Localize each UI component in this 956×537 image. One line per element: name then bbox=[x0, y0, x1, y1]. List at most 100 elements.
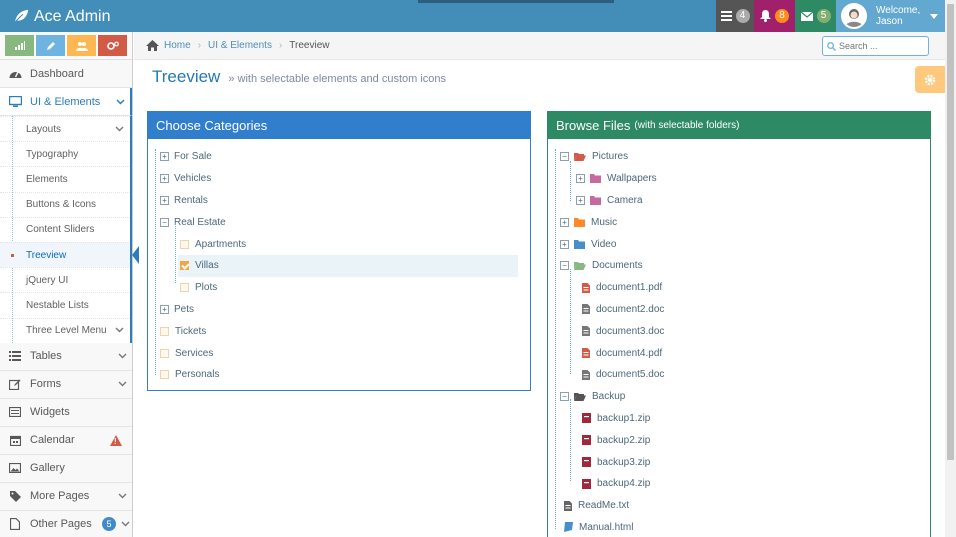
category-tree-node[interactable]: Plots bbox=[148, 277, 530, 299]
file-tree-file[interactable]: backup1.zip bbox=[548, 408, 930, 430]
page-scrollbar[interactable] bbox=[945, 0, 956, 537]
file-tree-file[interactable]: backup3.zip bbox=[548, 451, 930, 473]
expand-plus-icon[interactable]: + bbox=[160, 174, 169, 184]
sidebar-item-label: Tables bbox=[30, 350, 62, 363]
shortcut-pencil-button[interactable] bbox=[36, 35, 65, 56]
expand-plus-icon[interactable]: + bbox=[160, 152, 169, 162]
shortcut-signal-button[interactable] bbox=[5, 35, 34, 56]
brand-logo[interactable]: Ace Admin bbox=[12, 0, 110, 32]
sidebar-subitem-label: Layouts bbox=[26, 123, 62, 135]
category-tree-node[interactable]: − Real Estate bbox=[148, 211, 530, 233]
sidebar-item-forms[interactable]: Forms bbox=[0, 370, 132, 399]
gear-icon bbox=[924, 74, 936, 85]
checkbox-icon[interactable] bbox=[180, 283, 189, 293]
tasks-dropdown[interactable]: 4 bbox=[716, 0, 754, 32]
category-tree-node[interactable]: + Pets bbox=[148, 299, 530, 321]
category-tree-node[interactable]: Personals bbox=[148, 364, 530, 386]
expand-plus-icon[interactable]: + bbox=[160, 304, 169, 314]
checkbox-icon[interactable] bbox=[160, 370, 169, 380]
expand-plus-icon[interactable]: + bbox=[576, 195, 585, 205]
scrollbar-thumb[interactable] bbox=[947, 4, 954, 460]
file-tree-file[interactable]: ReadMe.txt bbox=[548, 495, 930, 517]
breadcrumb-home-link[interactable]: Home bbox=[164, 40, 191, 51]
file-tree-label: Wallpapers bbox=[607, 173, 657, 185]
checkbox-icon[interactable] bbox=[160, 348, 169, 358]
files-tree: − Pictures + Wallpapers + Camera + Music + Video −… bbox=[548, 139, 930, 537]
sidebar-subitem-treeview[interactable]: Treeview bbox=[0, 241, 139, 268]
sidebar-subitem-three-level-menu[interactable]: Three Level Menu bbox=[0, 317, 130, 343]
category-tree-node[interactable]: Villas bbox=[178, 254, 518, 277]
sidebar-subitem-jquery-ui[interactable]: jQuery UI bbox=[0, 267, 130, 292]
file-tree-file[interactable]: document5.doc bbox=[548, 364, 930, 386]
checkbox-icon[interactable] bbox=[160, 326, 169, 336]
user-name: Jason bbox=[876, 16, 903, 27]
sidebar-item-ui-elements[interactable]: UI & Elements bbox=[0, 88, 132, 116]
sidebar-subitem-elements[interactable]: Elements bbox=[0, 166, 130, 191]
file-tree-file[interactable]: document3.doc bbox=[548, 320, 930, 342]
checked-checkbox-icon[interactable] bbox=[180, 261, 189, 271]
collapse-minus-icon[interactable]: − bbox=[560, 261, 569, 271]
sidebar-item-more-pages[interactable]: More Pages bbox=[0, 482, 132, 511]
expand-plus-icon[interactable]: + bbox=[560, 217, 569, 227]
file-tree-file[interactable]: Manual.html bbox=[548, 517, 930, 537]
sidebar-item-dashboard[interactable]: Dashboard bbox=[0, 60, 132, 88]
collapse-minus-icon[interactable]: − bbox=[560, 392, 569, 402]
file-tree-file[interactable]: document4.pdf bbox=[548, 342, 930, 364]
category-tree-node[interactable]: + Rentals bbox=[148, 190, 530, 212]
file-tree-file[interactable]: document1.pdf bbox=[548, 277, 930, 299]
expand-plus-icon[interactable]: + bbox=[576, 174, 585, 184]
file-tree-folder[interactable]: + Wallpapers bbox=[548, 168, 930, 190]
file-tree-label: backup3.zip bbox=[597, 456, 651, 468]
sidebar-item-other-pages[interactable]: Other Pages 5 bbox=[0, 510, 132, 537]
sidebar-item-gallery[interactable]: Gallery bbox=[0, 454, 132, 483]
breadcrumb-section-link[interactable]: UI & Elements bbox=[208, 40, 272, 51]
sidebar-subitem-layouts[interactable]: Layouts bbox=[0, 116, 130, 141]
collapse-minus-icon[interactable]: − bbox=[160, 217, 169, 227]
file-tree-folder[interactable]: − Backup bbox=[548, 386, 930, 408]
ace-settings-button[interactable] bbox=[915, 66, 945, 93]
edit-icon bbox=[0, 379, 30, 390]
sidebar-subitem-nestable-lists[interactable]: Nestable Lists bbox=[0, 292, 130, 317]
sidebar-item-tables[interactable]: Tables bbox=[0, 342, 132, 371]
file-tree-folder[interactable]: − Documents bbox=[548, 255, 930, 277]
file-tree-label: Music bbox=[591, 216, 618, 228]
messages-dropdown[interactable]: 5 bbox=[795, 0, 836, 32]
notifications-dropdown[interactable]: 8 bbox=[754, 0, 795, 32]
category-tree-node[interactable]: Services bbox=[148, 342, 530, 364]
folder-icon bbox=[574, 239, 585, 249]
file-tree-file[interactable]: document2.doc bbox=[548, 299, 930, 321]
list-icon bbox=[0, 351, 30, 362]
shortcut-cogs-button[interactable] bbox=[98, 35, 127, 56]
expand-plus-icon[interactable]: + bbox=[160, 195, 169, 205]
file-tree-folder[interactable]: + Camera bbox=[548, 190, 930, 212]
home-icon[interactable] bbox=[146, 40, 159, 51]
category-tree-node[interactable]: Apartments bbox=[148, 233, 530, 255]
sidebar-item-widgets[interactable]: Widgets bbox=[0, 398, 132, 427]
category-tree-node[interactable]: Tickets bbox=[148, 320, 530, 342]
folder-open-icon bbox=[574, 152, 586, 162]
nav-search[interactable] bbox=[822, 36, 929, 56]
category-tree-node[interactable]: + Vehicles bbox=[148, 168, 530, 190]
file-tree-file[interactable]: backup2.zip bbox=[548, 429, 930, 451]
sidebar-item-calendar[interactable]: Calendar ! bbox=[0, 426, 132, 455]
sidebar-item-label: Forms bbox=[30, 378, 62, 391]
search-input[interactable] bbox=[839, 41, 919, 51]
user-menu[interactable]: Welcome, Jason bbox=[836, 0, 945, 32]
shortcut-users-button[interactable] bbox=[67, 35, 96, 56]
file-tree-folder[interactable]: + Music bbox=[548, 211, 930, 233]
sidebar-subitem-typography[interactable]: Typography bbox=[0, 141, 130, 166]
file-tree-file[interactable]: backup4.zip bbox=[548, 473, 930, 495]
doc-file-icon bbox=[582, 304, 590, 315]
file-tree-folder[interactable]: + Video bbox=[548, 233, 930, 255]
bell-icon bbox=[760, 10, 771, 22]
category-tree-node[interactable]: + For Sale bbox=[148, 146, 530, 168]
checkbox-icon[interactable] bbox=[180, 239, 189, 249]
collapse-minus-icon[interactable]: − bbox=[560, 152, 569, 162]
expand-plus-icon[interactable]: + bbox=[560, 239, 569, 249]
sidebar-subitem-buttons-icons[interactable]: Buttons & Icons bbox=[0, 191, 130, 217]
file-tree-folder[interactable]: − Pictures bbox=[548, 146, 930, 168]
search-icon bbox=[827, 41, 836, 51]
sidebar-subitem-label: Buttons & Icons bbox=[26, 199, 97, 211]
sidebar-subitem-content-sliders[interactable]: Content Sliders bbox=[0, 216, 130, 242]
category-tree-label: Personals bbox=[175, 369, 220, 381]
